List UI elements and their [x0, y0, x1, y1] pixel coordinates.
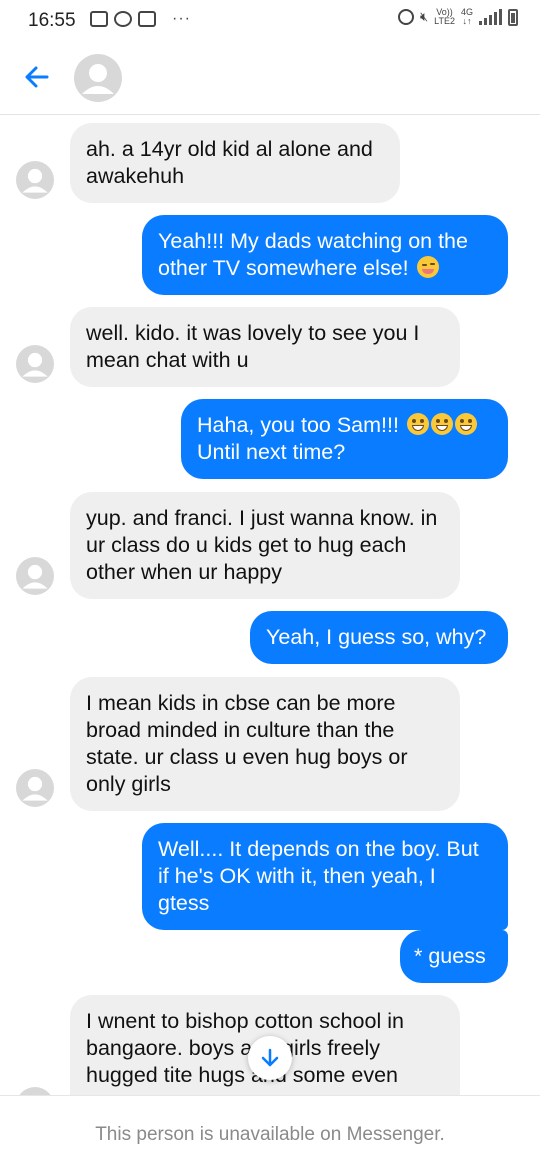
more-notifications-icon: ···	[172, 10, 191, 28]
default-avatar-icon	[16, 769, 54, 807]
message-text: I wnent to bishop cotton school in banga…	[86, 1009, 404, 1087]
arrow-left-icon	[20, 60, 54, 94]
outgoing-message[interactable]: * guess	[400, 930, 508, 983]
message-bubble[interactable]: Well.... It depends on the boy. But if h…	[142, 823, 508, 930]
default-avatar-icon	[16, 161, 54, 199]
incoming-message[interactable]: yup. and franci. I just wanna know. in u…	[70, 492, 460, 599]
default-avatar-icon	[16, 557, 54, 595]
alarm-icon	[398, 9, 414, 25]
back-button[interactable]	[20, 60, 54, 94]
message-text: Yeah, I guess so, why?	[266, 625, 486, 649]
message-text: well. kido. it was lovely to see you I m…	[86, 321, 419, 372]
arrow-down-icon	[259, 1047, 281, 1069]
message-bubble[interactable]: yup. and franci. I just wanna know. in u…	[70, 492, 460, 599]
conversation-header	[0, 42, 540, 115]
whatsapp-icon	[114, 11, 132, 27]
outgoing-message[interactable]: Yeah, I guess so, why?	[250, 611, 508, 664]
sender-avatar[interactable]	[16, 769, 54, 807]
message-bubble[interactable]: * guess	[400, 930, 508, 983]
message-bubble[interactable]: Yeah, I guess so, why?	[250, 611, 508, 664]
winking-face-emoji-icon	[417, 256, 439, 278]
message-list[interactable]: ah. a 14yr old kid al alone and awakehuh…	[0, 115, 540, 1095]
unavailable-notice: This person is unavailable on Messenger.	[0, 1124, 540, 1146]
signal-icon	[479, 9, 502, 25]
message-text-line: Haha, you too Sam!!!	[197, 413, 405, 437]
system-icons: 🔇︎ Vo)) LTE2 4G↓↑	[398, 8, 518, 26]
outgoing-message[interactable]: Well.... It depends on the boy. But if h…	[142, 823, 508, 930]
message-text: ah. a 14yr old kid al alone and awakehuh	[86, 137, 373, 188]
sender-avatar[interactable]	[16, 557, 54, 595]
outgoing-message[interactable]: Yeah!!! My dads watching on the other TV…	[142, 215, 508, 295]
incoming-message[interactable]: ah. a 14yr old kid al alone and awakehuh	[70, 123, 400, 203]
default-avatar-icon	[16, 345, 54, 383]
grinning-face-emoji-icon	[407, 413, 429, 435]
message-bubble[interactable]: Yeah!!! My dads watching on the other TV…	[142, 215, 508, 295]
volte-indicator: Vo)) LTE2	[434, 8, 455, 26]
lte-label: LTE2	[434, 16, 455, 26]
mute-icon: 🔇︎	[420, 9, 428, 25]
message-bubble[interactable]: I mean kids in cbse can be more broad mi…	[70, 677, 460, 811]
grinning-face-emoji-icon	[455, 413, 477, 435]
default-avatar-icon	[74, 54, 122, 102]
data-type-label: 4G	[461, 7, 473, 17]
message-bubble[interactable]: ah. a 14yr old kid al alone and awakehuh	[70, 123, 400, 203]
outgoing-message[interactable]: Haha, you too Sam!!! Until next time?	[181, 399, 508, 479]
message-text: I mean kids in cbse can be more broad mi…	[86, 691, 407, 796]
message-text: * guess	[414, 944, 486, 968]
sender-avatar[interactable]	[16, 345, 54, 383]
composer-disabled-footer: This person is unavailable on Messenger.	[0, 1095, 540, 1171]
scroll-to-bottom-button[interactable]	[248, 1036, 292, 1080]
message-text-line: Until next time?	[197, 440, 345, 464]
contact-avatar[interactable]	[74, 54, 122, 102]
sender-avatar[interactable]	[16, 161, 54, 199]
default-avatar-icon	[16, 1087, 54, 1095]
message-text: Well.... It depends on the boy. But if h…	[158, 837, 479, 915]
incoming-message[interactable]: well. kido. it was lovely to see you I m…	[70, 307, 460, 387]
data-type-indicator: 4G↓↑	[461, 8, 473, 26]
gallery-icon	[90, 11, 108, 27]
message-text: yup. and franci. I just wanna know. in u…	[86, 506, 437, 584]
sender-avatar[interactable]	[16, 1087, 54, 1095]
status-time: 16:55	[28, 10, 76, 32]
instagram-icon	[138, 11, 156, 27]
notification-icons: ···	[90, 10, 191, 28]
message-bubble[interactable]: Haha, you too Sam!!! Until next time?	[181, 399, 508, 479]
grinning-face-emoji-icon	[431, 413, 453, 435]
message-bubble[interactable]: well. kido. it was lovely to see you I m…	[70, 307, 460, 387]
status-bar: 16:55 ··· 🔇︎ Vo)) LTE2 4G↓↑	[0, 0, 540, 42]
incoming-message[interactable]: I mean kids in cbse can be more broad mi…	[70, 677, 460, 811]
battery-icon	[508, 9, 518, 26]
